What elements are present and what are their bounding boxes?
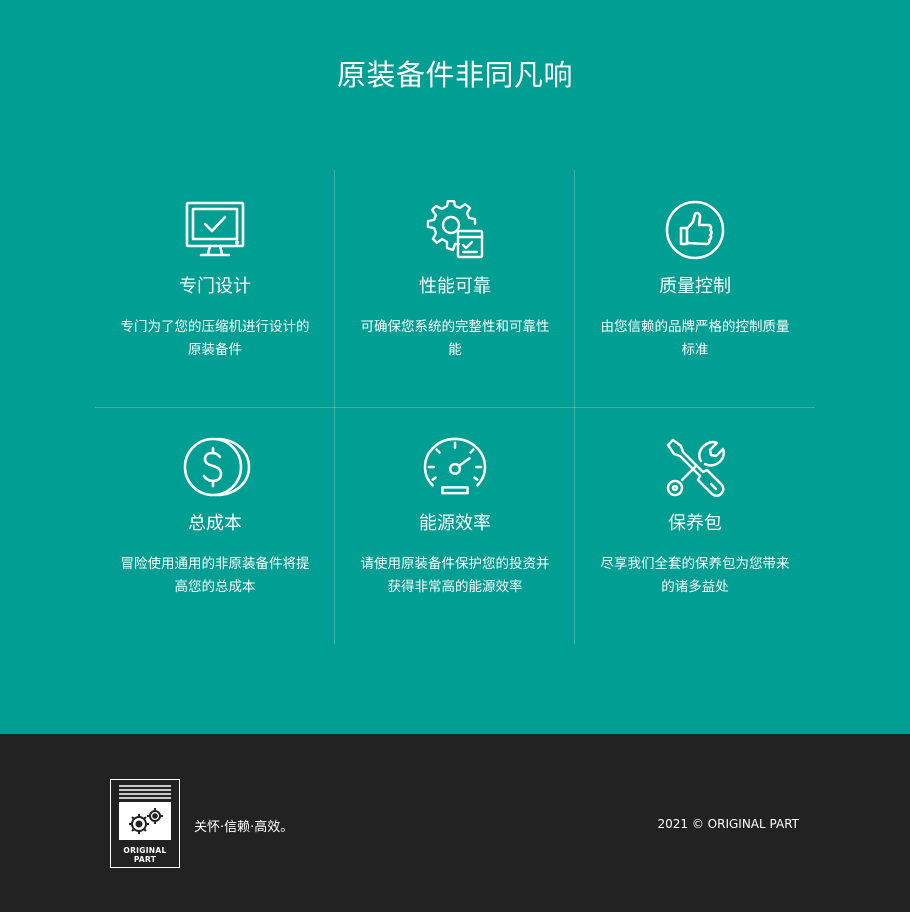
feature-grid: 专门设计 专门为了您的压缩机进行设计的原装备件 性能可靠 可确保您系统的完整性和… [95, 170, 815, 644]
feature-title: 性能可靠 [419, 276, 491, 297]
feature-description: 由您信赖的品牌严格的控制质量标准 [600, 319, 790, 358]
feature-card-total-cost: 总成本 冒险使用通用的非原装备件将提高您的总成本 [95, 407, 335, 644]
feature-description: 专门为了您的压缩机进行设计的原装备件 [120, 319, 310, 358]
feature-description: 尽享我们全套的保养包为您带来的诸多益处 [600, 556, 790, 595]
dollar-coin-icon [183, 437, 251, 497]
feature-title: 保养包 [668, 513, 722, 534]
feature-card-design: 专门设计 专门为了您的压缩机进行设计的原装备件 [95, 170, 335, 407]
hero-title: 原装备件非同凡响 [336, 58, 573, 92]
feature-description: 可确保您系统的完整性和可靠性能 [360, 319, 550, 358]
feature-card-service-kit: 保养包 尽享我们全套的保养包为您带来的诸多益处 [575, 407, 815, 644]
wrench-screwdriver-icon [665, 437, 725, 497]
feature-title: 质量控制 [659, 276, 731, 297]
logo-text: ORIGINAL PART [123, 846, 167, 864]
monitor-check-icon [185, 200, 245, 260]
feature-description: 冒险使用通用的非原装备件将提高您的总成本 [120, 556, 310, 595]
feature-card-energy: 能源效率 请使用原装备件保护您的投资并获得非常高的能源效率 [335, 407, 575, 644]
thumbs-up-icon [665, 200, 725, 260]
feature-card-reliability: 性能可靠 可确保您系统的完整性和可靠性能 [335, 170, 575, 407]
footer-copyright: 2021 © ORIGINAL PART [657, 817, 800, 831]
feature-title: 专门设计 [179, 276, 251, 297]
speedometer-icon [423, 437, 487, 497]
feature-card-quality: 质量控制 由您信赖的品牌严格的控制质量标准 [575, 170, 815, 407]
gear-checklist-icon [425, 200, 485, 260]
feature-description: 请使用原装备件保护您的投资并获得非常高的能源效率 [360, 556, 550, 595]
feature-title: 总成本 [188, 513, 242, 534]
footer-tagline: 关怀·信赖·高效。 [194, 820, 294, 835]
feature-title: 能源效率 [419, 513, 491, 534]
original-part-logo: ORIGINAL PART [110, 779, 180, 868]
footer: ORIGINAL PART 关怀·信赖·高效。 2021 © ORIGINAL … [0, 734, 910, 912]
hero-section: 原装备件非同凡响 专门设计 专门为了您的压缩机进行设计的原装备件 性能可靠 可确… [0, 0, 910, 734]
